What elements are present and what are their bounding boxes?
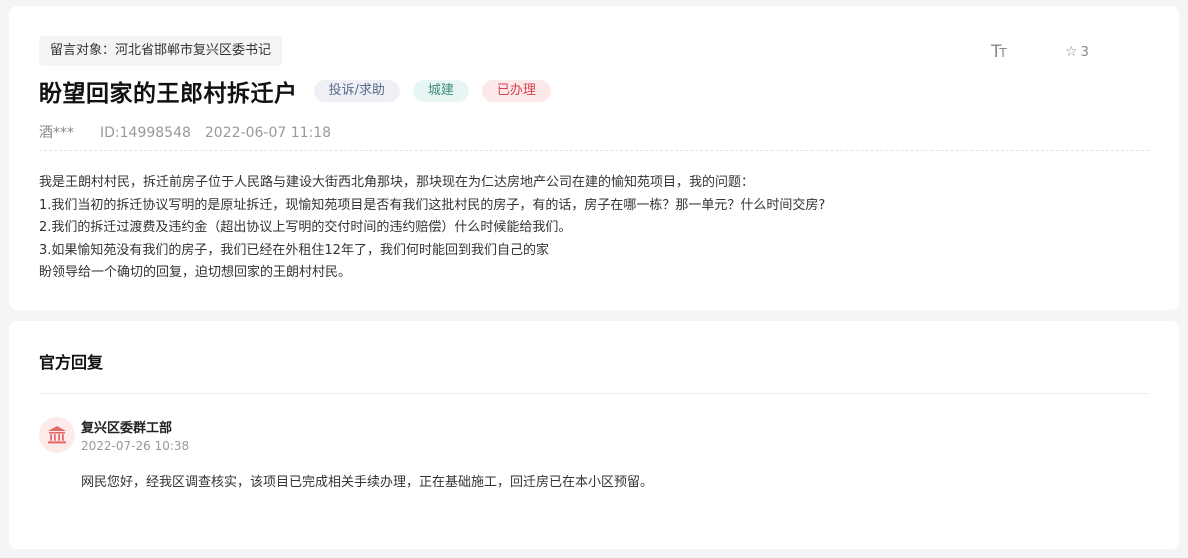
- content-line: 我是王朗村村民，拆迁前房子位于人民路与建设大街西北角那块，那块现在为仁达房地产公…: [39, 175, 755, 190]
- message-target-label: 留言对象：: [50, 43, 116, 58]
- text-size-icon[interactable]: TT: [991, 42, 1007, 62]
- star-icon: ☆: [1065, 44, 1078, 60]
- content-line: 2.我们的拆迁过渡费及违约金（超出协议上写明的交付时间的违约赔偿）什么时候能给我…: [39, 220, 572, 235]
- divider: [39, 393, 1149, 394]
- content-line: 盼领导给一个确切的回复，迫切想回家的王朗村村民。: [39, 265, 352, 280]
- content-line: 3.如果愉知苑没有我们的房子，我们已经在外租住12年了，我们何时能回到我们自己的…: [39, 242, 549, 258]
- divider: [39, 150, 1149, 151]
- tag-category: 城建: [412, 80, 469, 102]
- section-title: 官方回复: [39, 353, 104, 372]
- avatar: [39, 417, 75, 453]
- message-meta: 酒*** ID:14998548 2022-06-07 11:18: [39, 122, 355, 142]
- tag-type: 投诉/求助: [313, 80, 400, 102]
- title-row: 盼望回家的王郎村拆迁户 投诉/求助 城建 已办理: [39, 75, 564, 107]
- content-line: 1.我们当初的拆迁协议写明的是原址拆迁，现愉知苑项目是否有我们这批村民的房子，有…: [39, 197, 826, 213]
- star-count: 3: [1080, 45, 1089, 60]
- author-name: 酒***: [39, 125, 74, 141]
- message-id: ID:14998548: [100, 125, 191, 141]
- reply-datetime: 2022-07-26 10:38: [81, 439, 190, 453]
- message-card: 留言对象：河北省邯郸市复兴区委书记 TT ☆ 3 盼望回家的王郎村拆迁户 投诉/求…: [9, 6, 1179, 310]
- message-content: 我是王朗村村民，拆迁前房子位于人民路与建设大街西北角那块，那块现在为仁达房地产公…: [39, 172, 1149, 285]
- message-target-value: 河北省邯郸市复兴区委书记: [115, 43, 272, 58]
- reply-text: 网民您好，经我区调查核实，该项目已完成相关手续办理，正在基础施工，回迁房已在本小…: [81, 475, 654, 490]
- status-badge: 已办理: [481, 80, 551, 102]
- message-title: 盼望回家的王郎村拆迁户: [39, 81, 298, 107]
- government-building-icon: [48, 426, 66, 444]
- message-target: 留言对象：河北省邯郸市复兴区委书记: [39, 36, 283, 66]
- message-datetime: 2022-06-07 11:18: [204, 125, 332, 141]
- toolbar: TT ☆ 3: [979, 42, 1179, 64]
- reply-card: 官方回复 复兴区委群工部 2022-07-26 10:38 网民您好，经我区调查…: [9, 321, 1179, 549]
- reply-department: 复兴区委群工部: [81, 421, 173, 436]
- favorite-button[interactable]: ☆ 3: [1065, 44, 1089, 60]
